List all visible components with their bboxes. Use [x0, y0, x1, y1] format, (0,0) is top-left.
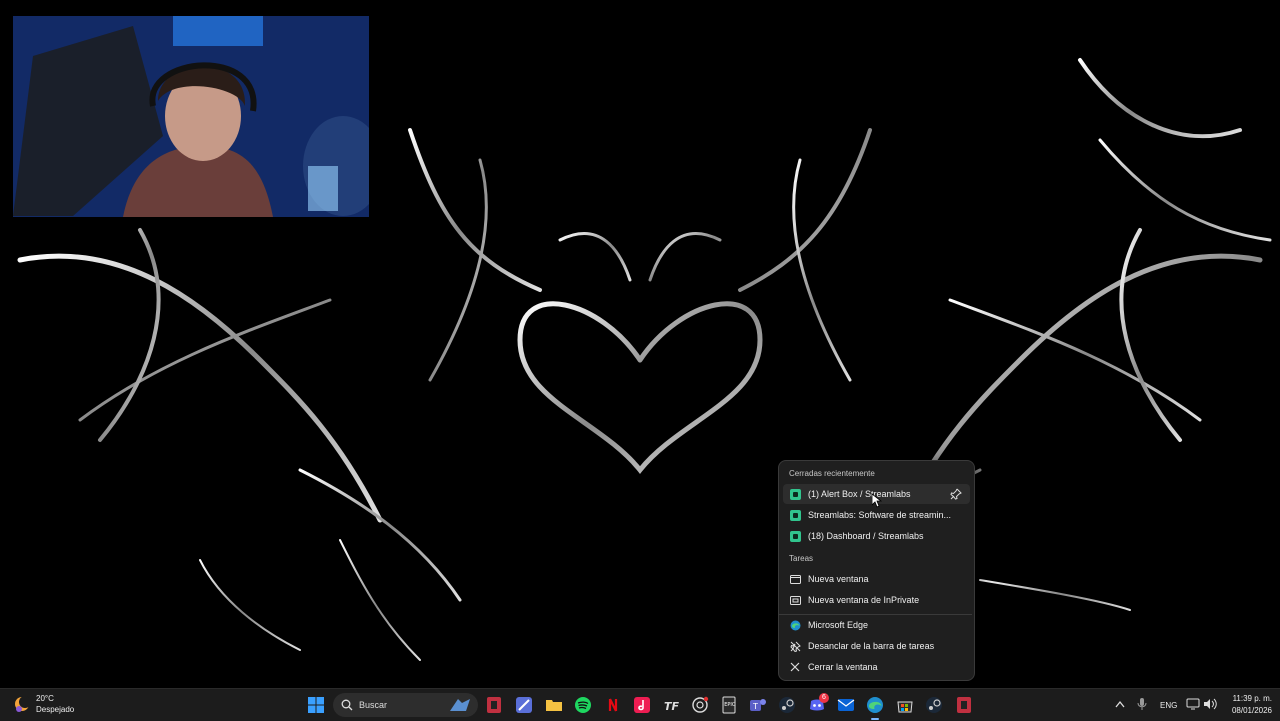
task-label: Nueva ventana de InPrivate — [808, 595, 920, 605]
app-action-label: Microsoft Edge — [808, 620, 869, 630]
discord-notification-badge: 6 — [819, 693, 829, 703]
teams-icon[interactable]: T — [749, 696, 767, 714]
streamer-camera-image — [13, 16, 369, 217]
snipping-tool-icon[interactable] — [515, 696, 533, 714]
security-app-secondary-icon[interactable] — [955, 696, 973, 714]
inprivate-window-icon — [789, 594, 801, 606]
weather-description: Despejado — [36, 705, 75, 714]
search-icon — [341, 699, 353, 711]
window-icon — [789, 573, 801, 585]
clock-time: 11:39 p. m. — [1232, 694, 1272, 703]
epic-games-icon[interactable]: EPIC — [720, 696, 738, 714]
weather-widget[interactable]: 20°C Despejado — [12, 693, 74, 715]
taskbar: 20°C Despejado Buscar TF EPIC T 6 ENG 11… — [0, 688, 1280, 721]
close-icon — [789, 661, 801, 673]
recent-section-header: Cerradas recientemente — [789, 469, 875, 478]
pin-icon[interactable] — [950, 488, 962, 500]
edge-taskbar-icon[interactable] — [866, 696, 884, 714]
recent-item-label: (1) Alert Box / Streamlabs — [808, 489, 911, 499]
app-unpin-taskbar[interactable]: Desanclar de la barra de tareas — [783, 636, 970, 656]
chatgpt-icon[interactable] — [691, 696, 709, 714]
weather-temperature: 20°C — [36, 694, 54, 703]
app-action-label: Desanclar de la barra de tareas — [808, 641, 935, 651]
search-label: Buscar — [359, 700, 388, 710]
svg-text:TF: TF — [664, 700, 680, 713]
file-explorer-icon[interactable] — [545, 696, 563, 714]
tasks-section-header: Tareas — [789, 554, 814, 563]
task-new-window[interactable]: Nueva ventana — [783, 569, 970, 589]
tiktok-icon[interactable] — [633, 696, 651, 714]
tf-app-icon[interactable]: TF — [662, 696, 680, 714]
task-label: Nueva ventana — [808, 574, 869, 584]
clock-date: 08/01/2026 — [1231, 706, 1272, 715]
moon-weather-icon — [15, 696, 31, 712]
recent-item-label: Streamlabs: Software de streamin... — [808, 510, 952, 520]
streamlabs-tab-icon — [789, 488, 801, 500]
microsoft-store-icon[interactable] — [896, 696, 914, 714]
mouse-cursor-icon — [872, 494, 882, 508]
webcam-overlay — [13, 16, 369, 217]
recent-item-streamlabs-software[interactable]: Streamlabs: Software de streamin... — [783, 505, 970, 525]
app-close-window[interactable]: Cerrar la ventana — [783, 657, 970, 677]
search-highlight-icon — [450, 699, 470, 711]
netflix-icon[interactable] — [604, 696, 622, 714]
language-indicator[interactable]: ENG — [1160, 701, 1177, 710]
recent-item-label: (18) Dashboard / Streamlabs — [808, 531, 924, 541]
streamlabs-tab-icon — [789, 509, 801, 521]
edge-icon — [789, 619, 801, 631]
steam-secondary-icon[interactable] — [925, 696, 943, 714]
outlook-icon[interactable] — [837, 696, 855, 714]
svg-text:T: T — [752, 702, 758, 711]
task-new-inprivate-window[interactable]: Nueva ventana de InPrivate — [783, 590, 970, 610]
svg-text:EPIC: EPIC — [724, 702, 736, 708]
volume-icon[interactable] — [1203, 698, 1217, 710]
chevron-up-icon[interactable] — [1115, 700, 1125, 708]
system-clock[interactable]: 11:39 p. m. 08/01/2026 — [1222, 693, 1272, 717]
network-icon[interactable] — [1186, 698, 1200, 710]
microphone-icon[interactable] — [1137, 697, 1147, 711]
windows-start-icon[interactable] — [307, 696, 325, 714]
taskbar-search[interactable]: Buscar — [333, 693, 478, 717]
spotify-icon[interactable] — [574, 696, 592, 714]
steam-icon[interactable] — [778, 696, 796, 714]
security-app-icon[interactable] — [485, 696, 503, 714]
recent-item-dashboard[interactable]: (18) Dashboard / Streamlabs — [783, 526, 970, 546]
app-action-label: Cerrar la ventana — [808, 662, 878, 672]
unpin-icon — [789, 640, 801, 652]
app-microsoft-edge[interactable]: Microsoft Edge — [783, 615, 970, 635]
streamlabs-tab-icon — [789, 530, 801, 542]
